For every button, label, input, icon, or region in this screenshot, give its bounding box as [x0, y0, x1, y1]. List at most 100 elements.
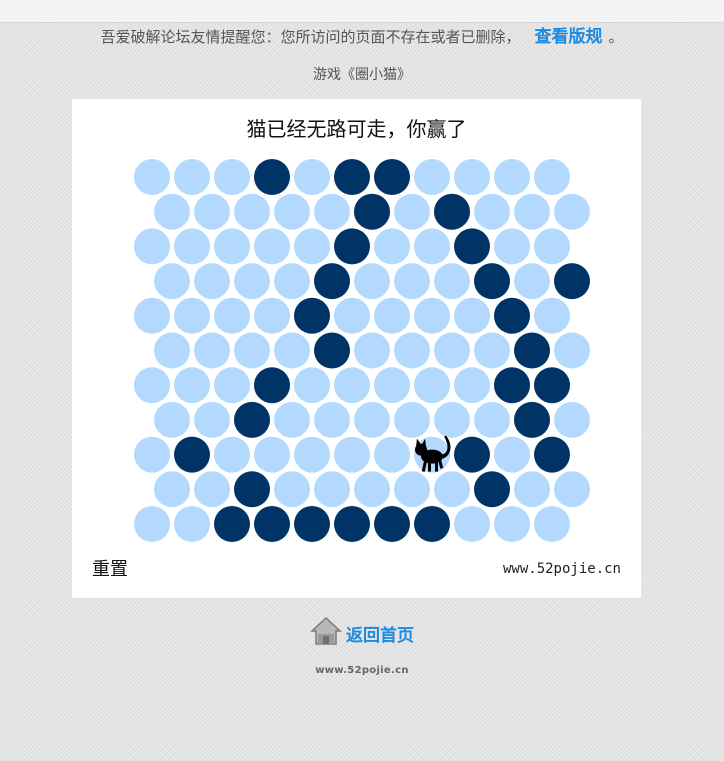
open-cell[interactable]	[494, 228, 530, 265]
open-cell[interactable]	[254, 436, 290, 473]
open-cell[interactable]	[354, 263, 390, 300]
wall-cell[interactable]	[434, 193, 470, 230]
open-cell[interactable]	[294, 436, 330, 473]
wall-cell[interactable]	[314, 332, 350, 369]
open-cell[interactable]	[214, 228, 250, 265]
open-cell[interactable]	[194, 401, 230, 438]
open-cell[interactable]	[434, 401, 470, 438]
open-cell[interactable]	[554, 471, 590, 508]
wall-cell[interactable]	[254, 506, 290, 542]
open-cell[interactable]	[134, 159, 170, 195]
open-cell[interactable]	[134, 228, 170, 265]
open-cell[interactable]	[134, 367, 170, 404]
wall-cell[interactable]	[354, 193, 390, 230]
open-cell[interactable]	[554, 332, 590, 369]
wall-cell[interactable]	[474, 471, 510, 508]
open-cell[interactable]	[454, 297, 490, 334]
open-cell[interactable]	[154, 332, 190, 369]
wall-cell[interactable]	[234, 401, 270, 438]
wall-cell[interactable]	[514, 332, 550, 369]
open-cell[interactable]	[554, 193, 590, 230]
open-cell[interactable]	[374, 367, 410, 404]
wall-cell[interactable]	[374, 159, 410, 195]
open-cell[interactable]	[454, 506, 490, 542]
open-cell[interactable]	[394, 471, 430, 508]
open-cell[interactable]	[154, 263, 190, 300]
open-cell[interactable]	[274, 263, 310, 300]
open-cell[interactable]	[334, 436, 370, 473]
open-cell[interactable]	[274, 401, 310, 438]
open-cell[interactable]	[434, 471, 470, 508]
open-cell[interactable]	[354, 332, 390, 369]
open-cell[interactable]	[174, 367, 210, 404]
open-cell[interactable]	[494, 159, 530, 195]
wall-cell[interactable]	[374, 506, 410, 542]
open-cell[interactable]	[154, 471, 190, 508]
wall-cell[interactable]	[474, 263, 510, 300]
view-rules-link[interactable]: 查看版规	[535, 27, 603, 47]
open-cell[interactable]	[234, 332, 270, 369]
open-cell[interactable]	[314, 193, 350, 230]
open-cell[interactable]	[374, 436, 410, 473]
wall-cell[interactable]	[334, 228, 370, 265]
open-cell[interactable]	[454, 367, 490, 404]
open-cell[interactable]	[414, 228, 450, 265]
open-cell[interactable]	[254, 297, 290, 334]
wall-cell[interactable]	[494, 367, 530, 404]
open-cell[interactable]	[454, 159, 490, 195]
wall-cell[interactable]	[494, 297, 530, 334]
wall-cell[interactable]	[454, 436, 490, 473]
back-home-link[interactable]: 返回首页	[310, 616, 414, 646]
open-cell[interactable]	[354, 401, 390, 438]
open-cell[interactable]	[394, 193, 430, 230]
open-cell[interactable]	[194, 263, 230, 300]
open-cell[interactable]	[514, 263, 550, 300]
open-cell[interactable]	[414, 297, 450, 334]
open-cell[interactable]	[414, 159, 450, 195]
open-cell[interactable]	[214, 367, 250, 404]
open-cell[interactable]	[154, 193, 190, 230]
wall-cell[interactable]	[214, 506, 250, 542]
open-cell[interactable]	[474, 193, 510, 230]
wall-cell[interactable]	[334, 159, 370, 195]
open-cell[interactable]	[514, 193, 550, 230]
open-cell[interactable]	[334, 297, 370, 334]
wall-cell[interactable]	[534, 367, 570, 404]
open-cell[interactable]	[294, 159, 330, 195]
open-cell[interactable]	[474, 332, 510, 369]
open-cell[interactable]	[194, 193, 230, 230]
open-cell[interactable]	[514, 471, 550, 508]
open-cell[interactable]	[134, 506, 170, 542]
open-cell[interactable]	[414, 367, 450, 404]
open-cell[interactable]	[214, 436, 250, 473]
open-cell[interactable]	[394, 401, 430, 438]
open-cell[interactable]	[314, 471, 350, 508]
open-cell[interactable]	[194, 332, 230, 369]
wall-cell[interactable]	[294, 506, 330, 542]
open-cell[interactable]	[434, 332, 470, 369]
open-cell[interactable]	[434, 263, 470, 300]
wall-cell[interactable]	[554, 263, 590, 300]
open-cell[interactable]	[314, 401, 350, 438]
open-cell[interactable]	[214, 297, 250, 334]
open-cell[interactable]	[334, 367, 370, 404]
open-cell[interactable]	[234, 263, 270, 300]
open-cell[interactable]	[534, 506, 570, 542]
open-cell[interactable]	[214, 159, 250, 195]
open-cell[interactable]	[534, 159, 570, 195]
open-cell[interactable]	[394, 332, 430, 369]
open-cell[interactable]	[134, 297, 170, 334]
open-cell[interactable]	[374, 228, 410, 265]
wall-cell[interactable]	[454, 228, 490, 265]
open-cell[interactable]	[354, 471, 390, 508]
open-cell[interactable]	[174, 159, 210, 195]
open-cell[interactable]	[554, 401, 590, 438]
wall-cell[interactable]	[174, 436, 210, 473]
open-cell[interactable]	[174, 506, 210, 542]
open-cell[interactable]	[174, 297, 210, 334]
wall-cell[interactable]	[514, 401, 550, 438]
wall-cell[interactable]	[294, 297, 330, 334]
open-cell[interactable]	[174, 228, 210, 265]
wall-cell[interactable]	[314, 263, 350, 300]
open-cell[interactable]	[494, 506, 530, 542]
